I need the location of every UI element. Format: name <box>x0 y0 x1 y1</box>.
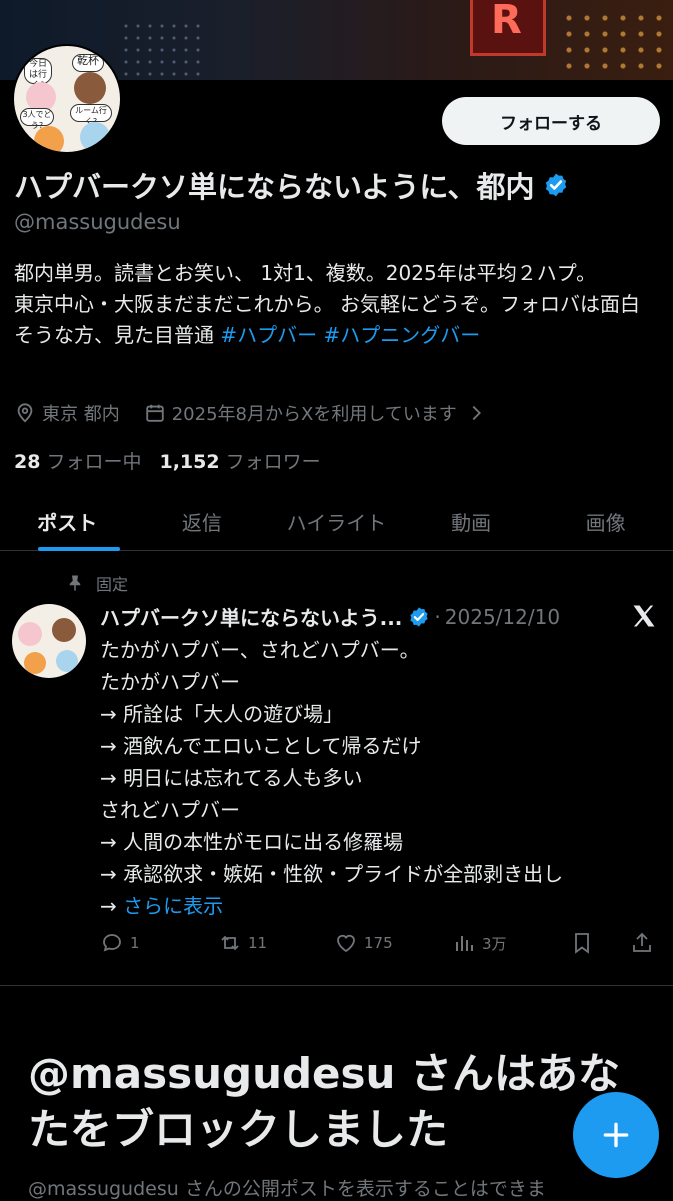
followers-count: 1,152 <box>159 451 220 473</box>
show-more-link[interactable]: さらに表示 <box>123 894 223 918</box>
x-logo-icon[interactable] <box>630 602 658 630</box>
reply-button[interactable]: 1 <box>100 931 218 955</box>
profile-avatar[interactable]: 今日は行く? 乾杯 3人でどう? ルーム行く? <box>12 44 122 154</box>
tab-images[interactable]: 画像 <box>538 492 673 550</box>
hashtag-link[interactable]: #ハプバー <box>220 323 317 347</box>
repost-count: 11 <box>248 934 268 952</box>
pinned-indicator: 固定 <box>66 571 128 595</box>
heart-icon <box>337 934 355 953</box>
compose-button[interactable] <box>573 1092 659 1178</box>
post-author-name[interactable]: ハプバークソ単にならないよう... <box>100 602 402 631</box>
repost-button[interactable]: 11 <box>218 931 334 955</box>
repost-icon <box>221 935 239 951</box>
bio-line: 都内単男。読書とお笑い、 1対1、複数。2025年は平均２ハプ。 <box>14 261 597 285</box>
profile-meta: 東京 都内 2025年8月からXを利用しています <box>14 400 493 426</box>
avatar-bubble: 乾杯 <box>72 54 104 72</box>
tab-posts[interactable]: ポスト <box>0 492 135 551</box>
separator-dot: · <box>434 604 441 629</box>
post-actions: 1 11 175 3万 <box>100 928 660 958</box>
share-icon <box>633 932 651 952</box>
post-date[interactable]: 2025/12/10 <box>445 605 560 629</box>
following-count: 28 <box>14 451 41 473</box>
views-chart-icon <box>456 936 473 951</box>
profile-bio: 都内単男。読書とお笑い、 1対1、複数。2025年は平均２ハプ。 東京中心・大阪… <box>14 258 654 351</box>
views-button[interactable]: 3万 <box>452 931 570 955</box>
tab-videos[interactable]: 動画 <box>404 492 539 550</box>
verified-badge-icon[interactable] <box>543 172 569 198</box>
post-avatar[interactable] <box>12 604 86 678</box>
profile-name-row: ハプバークソ単にならないように、都内 <box>14 164 569 206</box>
avatar-bubble: 3人でどう? <box>20 108 54 130</box>
avatar-bubble: ルーム行く? <box>70 104 112 126</box>
post-header: ハプバークソ単にならないよう... · 2025/12/10 <box>100 602 560 631</box>
pinned-label: 固定 <box>96 575 129 594</box>
share-button[interactable] <box>630 931 660 955</box>
profile-stats: 28 フォロー中 1,152 フォロワー <box>14 447 321 474</box>
reply-icon <box>103 934 121 952</box>
profile-name: ハプバークソ単にならないように、都内 <box>14 170 535 204</box>
profile-location: 東京 都内 <box>42 404 120 425</box>
profile-joined[interactable]: 2025年8月からXを利用しています <box>172 400 457 426</box>
section-divider <box>0 985 673 986</box>
tab-highlights[interactable]: ハイライト <box>269 492 404 550</box>
reply-count: 1 <box>130 934 140 952</box>
pin-icon <box>69 575 81 591</box>
avatar-bubble: 今日は行く? <box>24 58 52 91</box>
blocked-subtitle: @massugudesu さんの公開ポストを表示することはできま <box>28 1178 546 1200</box>
hashtag-link[interactable]: #ハプニングバー <box>323 323 480 347</box>
follow-button[interactable]: フォローする <box>442 97 660 145</box>
like-button[interactable]: 175 <box>334 931 452 955</box>
profile-tabs: ポスト 返信 ハイライト 動画 画像 <box>0 492 673 551</box>
followers-label: フォロワー <box>225 451 321 473</box>
view-count: 3万 <box>482 934 507 953</box>
following-link[interactable]: 28 フォロー中 <box>14 447 141 474</box>
chevron-right-icon[interactable] <box>465 402 487 424</box>
bookmark-icon <box>575 933 589 954</box>
plus-icon <box>603 1122 629 1148</box>
post-text: たかがハプバー、されどハプバー。 たかがハプバー → 所詮は「大人の遊び場」 →… <box>100 638 564 918</box>
following-label: フォロー中 <box>46 451 142 473</box>
bio-line: 東京中心・大阪まだまだこれから。 お気軽にどうぞ。フォロバは面白そうな方、見た目… <box>14 289 654 351</box>
post-body[interactable]: たかがハプバー、されどハプバー。 たかがハプバー → 所詮は「大人の遊び場」 →… <box>100 634 660 922</box>
location-icon <box>17 403 33 423</box>
followers-link[interactable]: 1,152 フォロワー <box>159 447 320 474</box>
bookmark-button[interactable] <box>570 931 630 955</box>
tab-replies[interactable]: 返信 <box>135 492 270 550</box>
profile-handle: @massugudesu <box>14 210 181 234</box>
like-count: 175 <box>364 934 393 952</box>
verified-badge-icon[interactable] <box>408 606 430 628</box>
calendar-icon <box>146 404 164 422</box>
blocked-title: @massugudesu さんはあなたをブロックしました <box>28 1049 621 1154</box>
